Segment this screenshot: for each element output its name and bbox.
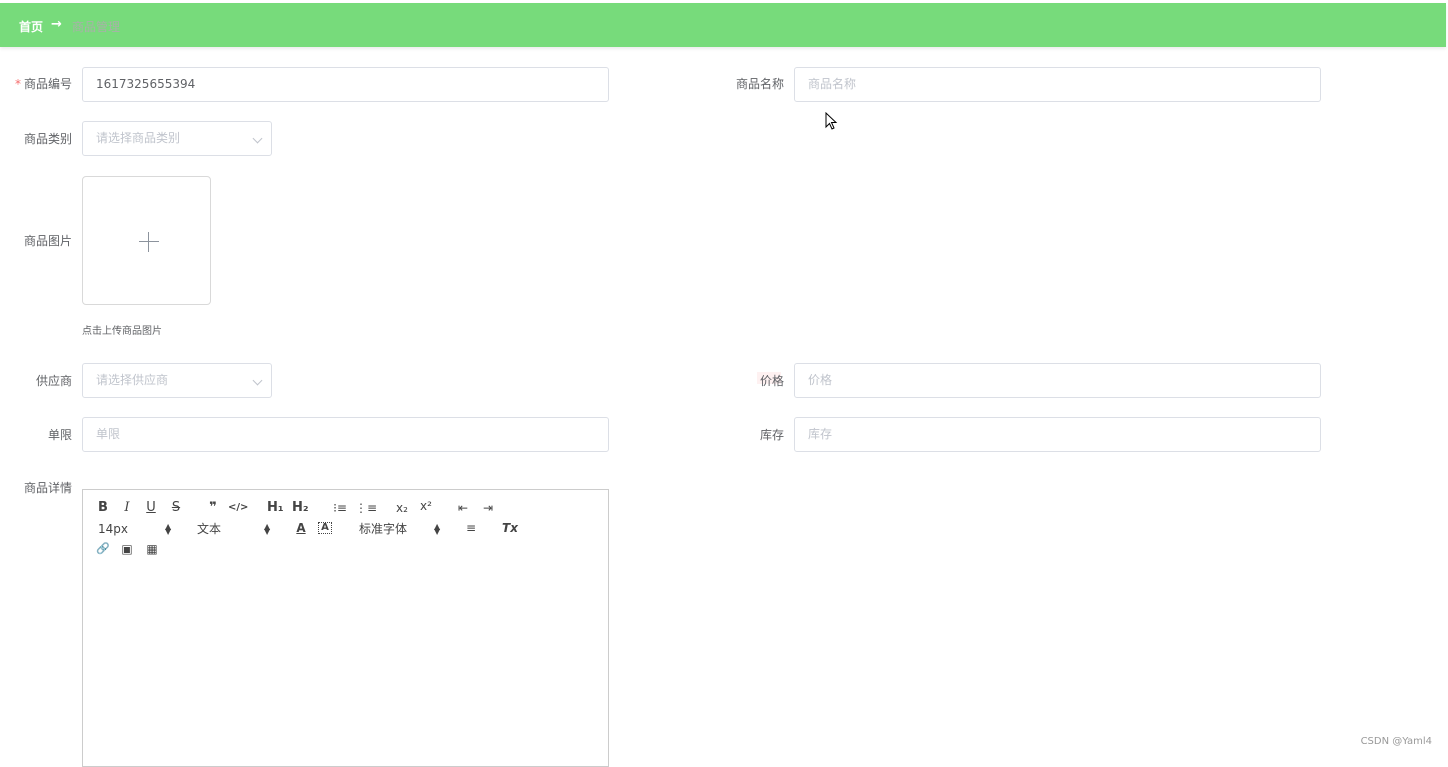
category-label: 商品类别 (23, 132, 72, 146)
code-label-text: 商品编号 (23, 77, 72, 91)
image-upload-box[interactable] (82, 176, 211, 305)
limit-input[interactable]: 单限 (82, 417, 609, 452)
stock-input[interactable]: 库存 (794, 417, 1321, 452)
breadcrumb-current: 商品管理 (72, 20, 121, 34)
plus-icon-vertical (148, 232, 149, 252)
blockquote-button[interactable]: ❞ (205, 501, 221, 515)
image-button[interactable]: ▣ (119, 542, 135, 556)
align-button[interactable]: ≡ (463, 521, 479, 535)
italic-button[interactable]: I (119, 501, 135, 515)
sort-arrows-icon: ▲ ▼ (264, 522, 271, 536)
font-picker-label[interactable]: 标准字体 (359, 522, 407, 536)
breadcrumb-home[interactable]: 首页 (19, 18, 43, 35)
clean-format-button[interactable]: Tx (501, 521, 519, 535)
h2-button[interactable]: H₂ (292, 501, 309, 515)
sort-arrows-icon: ▲ ▼ (165, 522, 172, 536)
subscript-button[interactable]: x₂ (393, 501, 411, 515)
editor-content-area[interactable] (82, 567, 609, 767)
code-block-button[interactable]: </> (228, 501, 248, 515)
underline-button[interactable]: U (143, 501, 159, 515)
supplier-select[interactable]: 请选择供应商 (82, 363, 272, 398)
link-button[interactable]: 🔗 (95, 542, 111, 556)
price-input[interactable]: 价格 (794, 363, 1321, 398)
sort-arrows-icon: ▲ ▼ (434, 522, 441, 536)
upload-tip: 点击上传商品图片 (82, 326, 162, 337)
image-label: 商品图片 (23, 234, 72, 248)
plus-icon (139, 241, 159, 242)
outdent-button[interactable]: ⇤ (455, 501, 471, 515)
bullet-list-button[interactable]: ⋮≡ (355, 501, 377, 515)
ordered-list-button[interactable]: ⁝≡ (331, 501, 349, 515)
editor-toolbar: B I U S ❞ </> H₁ H₂ ⁝≡ ⋮≡ x₂ x² ⇤ ⇥ 14px… (82, 489, 609, 568)
price-label: 价格 (759, 374, 784, 388)
chevron-down-icon (252, 375, 263, 386)
stock-label: 库存 (759, 428, 784, 442)
bold-button[interactable]: B (95, 501, 111, 515)
top-bar: 首页 → 商品管理 (0, 3, 1446, 47)
limit-label: 单限 (47, 428, 72, 442)
mouse-cursor-icon (825, 112, 838, 130)
size-picker-label[interactable]: 14px (98, 522, 128, 536)
watermark: CSDN @Yaml4 (1360, 736, 1432, 747)
category-placeholder: 请选择商品类别 (96, 131, 181, 145)
h1-button[interactable]: H₁ (267, 501, 284, 515)
code-label: * 商品编号 (0, 77, 72, 91)
indent-button[interactable]: ⇥ (480, 501, 496, 515)
background-color-button[interactable]: A (317, 521, 333, 535)
name-label: 商品名称 (735, 77, 784, 91)
supplier-placeholder: 请选择供应商 (96, 373, 169, 387)
supplier-label: 供应商 (35, 374, 72, 388)
product-name-input[interactable]: 商品名称 (794, 67, 1321, 102)
required-mark: * (14, 77, 21, 91)
header-picker-label[interactable]: 文本 (197, 522, 221, 536)
strike-button[interactable]: S (168, 501, 184, 515)
product-code-input[interactable]: 1617325655394 (82, 67, 609, 102)
detail-label: 商品详情 (23, 481, 72, 495)
category-select[interactable]: 请选择商品类别 (82, 121, 272, 156)
chevron-down-icon (252, 133, 263, 144)
superscript-button[interactable]: x² (417, 499, 435, 513)
text-color-button[interactable]: A (293, 521, 309, 535)
video-button[interactable]: ▦ (144, 542, 160, 556)
breadcrumb-separator: → (51, 17, 62, 32)
